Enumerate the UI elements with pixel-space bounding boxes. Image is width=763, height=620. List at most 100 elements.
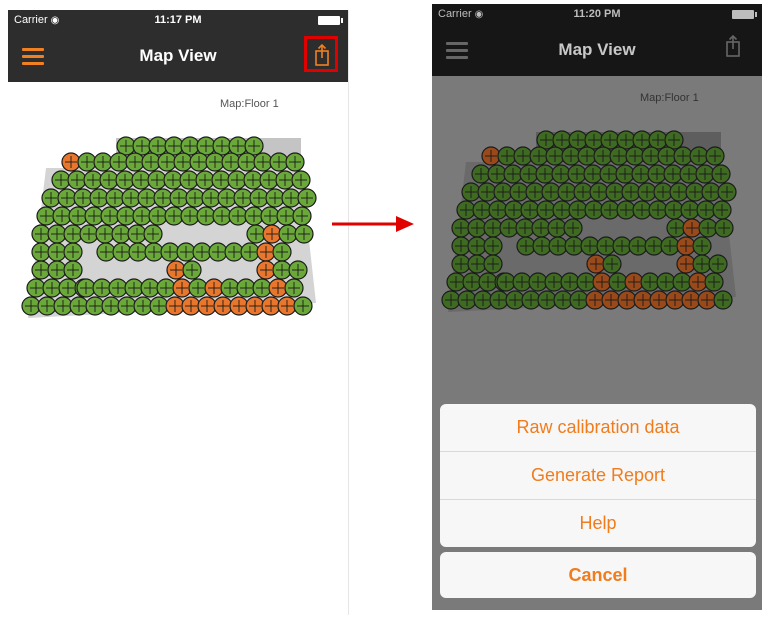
calibration-point-marker: [461, 182, 481, 202]
calibration-point-marker: [504, 200, 524, 220]
calibration-point-marker: [488, 200, 508, 220]
calibration-point-marker: [561, 146, 581, 166]
calibration-point-marker: [253, 152, 273, 172]
calibration-point-marker: [679, 164, 699, 184]
cancel-sheet: Cancel: [440, 552, 756, 598]
calibration-point-marker: [31, 224, 51, 244]
calibration-point-marker: [576, 272, 596, 292]
calibration-point-marker: [133, 296, 153, 316]
left-phone-screen: Carrier ◉ 11:17 PM Map View Map:Floor 1: [8, 10, 349, 615]
calibration-point-marker: [236, 278, 256, 298]
calibration-point-marker: [600, 200, 620, 220]
cancel-button[interactable]: Cancel: [440, 552, 756, 598]
calibration-point-marker: [163, 170, 183, 190]
calibration-point-marker: [229, 296, 249, 316]
calibration-point-marker: [172, 278, 192, 298]
calibration-point-marker: [31, 260, 51, 280]
floor-map[interactable]: [16, 128, 321, 333]
calibration-point-marker: [537, 290, 557, 310]
calibration-point-marker: [531, 218, 551, 238]
calibration-point-marker: [284, 278, 304, 298]
calibration-point-marker: [204, 278, 224, 298]
calibration-point-marker: [567, 164, 587, 184]
calibration-point-marker: [69, 296, 89, 316]
calibration-point-marker: [128, 242, 148, 262]
calibration-point-marker: [85, 296, 105, 316]
calibration-point-marker: [451, 218, 471, 238]
calibration-point-marker: [256, 242, 276, 262]
calibration-point-marker: [472, 200, 492, 220]
calibration-point-marker: [621, 182, 641, 202]
calibration-point-marker: [512, 272, 532, 292]
share-button[interactable]: [718, 30, 752, 66]
calibration-point-marker: [580, 236, 600, 256]
calibration-point-marker: [583, 164, 603, 184]
calibration-point-marker: [256, 260, 276, 280]
calibration-point-marker: [593, 146, 613, 166]
calibration-point-marker: [105, 188, 125, 208]
calibration-point-marker: [481, 146, 501, 166]
help-button[interactable]: Help: [440, 500, 756, 547]
calibration-point-marker: [560, 272, 580, 292]
calibration-point-marker: [467, 254, 487, 274]
calibration-point-marker: [568, 130, 588, 150]
share-button[interactable]: [304, 36, 338, 72]
calibration-point-marker: [695, 164, 715, 184]
battery-icon: [732, 10, 757, 19]
calibration-point-marker: [624, 272, 644, 292]
calibration-point-marker: [96, 242, 116, 262]
calibration-point-marker: [211, 170, 231, 190]
calibration-point-marker: [269, 152, 289, 172]
calibration-point-marker: [182, 260, 202, 280]
calibration-point-marker: [525, 182, 545, 202]
calibration-point-marker: [473, 290, 493, 310]
calibration-point-marker: [237, 152, 257, 172]
calibration-point-marker: [617, 290, 637, 310]
calibration-point-marker: [563, 218, 583, 238]
calibration-point-marker: [586, 254, 606, 274]
calibration-point-marker: [535, 164, 555, 184]
calibration-point-marker: [93, 152, 113, 172]
calibration-point-marker: [532, 236, 552, 256]
calibration-point-marker: [58, 278, 78, 298]
calibration-point-marker: [124, 278, 144, 298]
calibration-point-marker: [551, 164, 571, 184]
calibration-point-marker: [285, 152, 305, 172]
calibration-point-marker: [73, 188, 93, 208]
right-phone-screen: Carrier ◉ 11:20 PM Map View Map:Floor 1 R…: [432, 4, 762, 610]
calibration-point-marker: [489, 290, 509, 310]
calibration-point-marker: [156, 278, 176, 298]
calibration-point-marker: [496, 272, 516, 292]
calibration-point-marker: [217, 188, 237, 208]
calibration-point-marker: [288, 260, 308, 280]
calibration-point-marker: [696, 200, 716, 220]
calibration-point-marker: [676, 236, 696, 256]
calibration-point-marker: [109, 152, 129, 172]
calibration-point-marker: [240, 242, 260, 262]
generate-report-button[interactable]: Generate Report: [440, 452, 756, 500]
calibration-point-marker: [483, 218, 503, 238]
calibration-point-marker: [552, 130, 572, 150]
calibration-point-marker: [143, 224, 163, 244]
calibration-point-marker: [63, 242, 83, 262]
calibration-point-marker: [676, 254, 696, 274]
calibration-point-marker: [224, 242, 244, 262]
calibration-point-marker: [244, 136, 264, 156]
calibration-point-marker: [592, 272, 612, 292]
calibration-point-marker: [115, 170, 135, 190]
raw-calibration-data-button[interactable]: Raw calibration data: [440, 404, 756, 452]
calibration-point-marker: [63, 224, 83, 244]
calibration-point-marker: [451, 254, 471, 274]
calibration-point-marker: [294, 224, 314, 244]
calibration-point-marker: [165, 296, 185, 316]
calibration-point-marker: [166, 260, 186, 280]
calibration-point-marker: [666, 218, 686, 238]
floor-map: [441, 130, 737, 312]
calibration-point-marker: [297, 188, 317, 208]
calibration-point-marker: [26, 278, 46, 298]
calibration-point-marker: [293, 296, 313, 316]
calibration-point-marker: [515, 218, 535, 238]
calibration-point-marker: [505, 290, 525, 310]
status-time: 11:17 PM: [154, 14, 202, 26]
calibration-point-marker: [268, 278, 288, 298]
